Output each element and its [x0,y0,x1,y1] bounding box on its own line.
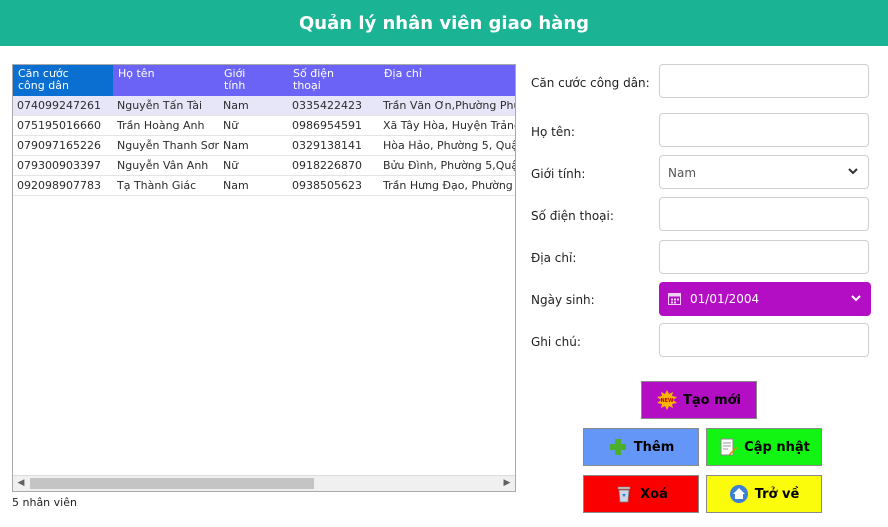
cell-cccd: 079097165226 [17,139,101,152]
column-header-name[interactable]: Họ tên [113,65,219,96]
chevron-down-icon [851,295,861,302]
page-title: Quản lý nhân viên giao hàng [298,12,590,34]
plus-icon [609,439,626,455]
cccd-label: Căn cước công dân: [531,76,650,90]
recycle-bin-icon [617,486,631,503]
note-label: Ghi chú: [531,335,581,349]
cell-phone: 0986954591 [292,119,362,132]
employee-count-label: 5 nhân viên [12,496,77,509]
cell-cccd: 092098907783 [17,179,101,192]
svg-text:NEW: NEW [660,398,674,404]
table-row[interactable]: 079097165226 Nguyễn Thanh Sơn Nam 032913814… [13,136,515,156]
column-header-address[interactable]: Địa chỉ [379,65,515,96]
back-button[interactable]: Trở về [706,475,822,513]
scroll-left-arrow-icon[interactable]: ◀ [13,476,29,491]
cell-phone: 0335422423 [292,99,362,112]
cell-gender: Nam [223,139,249,152]
table-row[interactable]: 092098907783 Tạ Thành Giác Nam 0938505623 Tr… [13,176,515,196]
scroll-right-arrow-icon[interactable]: ▶ [499,476,515,491]
cell-cccd: 075195016660 [17,119,101,132]
table-row[interactable]: 075195016660 Trần Hoàng Anh Nữ 0986954591 Xã… [13,116,515,136]
new-starburst-icon: NEW [656,390,677,410]
cell-name: Nguyễn Vân Anh [117,159,209,172]
cell-gender: Nam [223,99,249,112]
dob-label: Ngày sinh: [531,293,595,307]
employee-grid[interactable]: Căn cước công dân Họ tên Giới tính Số đi… [12,64,516,492]
horizontal-scrollbar[interactable]: ◀ ▶ [13,475,515,491]
address-input[interactable] [659,240,869,274]
update-button[interactable]: Cập nhật [706,428,822,466]
cell-name: Nguyễn Thanh Sơn [117,139,219,152]
calendar-icon [668,293,681,305]
cell-cccd: 074099247261 [17,99,101,112]
dob-value: 01/01/2004 [690,292,760,306]
column-header-gender[interactable]: Giới tính [219,65,288,96]
grid-body: 074099247261 Nguyễn Tấn Tài Nam 0335422423 T… [13,96,515,196]
cell-gender: Nữ [223,119,239,132]
cell-name: Nguyễn Tấn Tài [117,99,203,112]
scrollbar-thumb[interactable] [30,478,314,489]
cell-gender: Nữ [223,159,239,172]
cell-cccd: 079300903397 [17,159,101,172]
gender-label: Giới tính: [531,167,586,181]
column-header-phone[interactable]: Số điện thoại [288,65,379,96]
add-label: Thêm [633,439,675,455]
cell-name: Tạ Thành Giác [117,179,197,192]
app-header: Quản lý nhân viên giao hàng [0,0,888,46]
cell-phone: 0918226870 [292,159,362,172]
dob-date-picker[interactable]: 01/01/2004 [659,282,871,316]
update-label: Cập nhật [744,439,810,455]
document-edit-icon [720,438,738,456]
note-input[interactable] [659,323,869,357]
name-input[interactable] [659,113,869,147]
table-row[interactable]: 074099247261 Nguyễn Tấn Tài Nam 0335422423 T… [13,96,515,116]
column-header-cccd[interactable]: Căn cước công dân [13,65,113,96]
cell-address: Hòa Hảo, Phường 5, Quận 10 [383,139,515,152]
create-new-label: Tạo mới [682,392,742,408]
gender-select-value: Nam [668,166,697,180]
name-label: Họ tên: [531,125,575,139]
cell-address: Xã Tây Hòa, Huyện Trảng Bom [383,119,515,132]
address-label: Địa chỉ: [531,251,577,265]
cell-address: Trần Hưng Đạo, Phường Lê [383,179,515,192]
gender-select[interactable]: Nam [659,155,869,189]
cell-address: Trần Văn Ơn,Phường Phú [383,99,515,112]
delete-label: Xoá [640,486,668,502]
cell-gender: Nam [223,179,249,192]
cccd-input[interactable] [659,64,869,98]
phone-input[interactable] [659,197,869,231]
home-icon [729,485,748,503]
table-row[interactable]: 079300903397 Nguyễn Vân Anh Nữ 0918226870 Bử… [13,156,515,176]
phone-label: Số điện thoại: [531,209,614,223]
cell-phone: 0938505623 [292,179,362,192]
add-button[interactable]: Thêm [583,428,699,466]
back-label: Trở về [754,486,800,502]
cell-name: Trần Hoàng Anh [117,119,205,132]
grid-header: Căn cước công dân Họ tên Giới tính Số đi… [13,65,515,96]
delete-button[interactable]: Xoá [583,475,699,513]
cell-address: Bửu Đình, Phường 5,Quận 10 [383,159,515,172]
cell-phone: 0329138141 [292,139,362,152]
create-new-button[interactable]: NEW Tạo mới [641,381,757,419]
chevron-down-icon [848,168,858,175]
